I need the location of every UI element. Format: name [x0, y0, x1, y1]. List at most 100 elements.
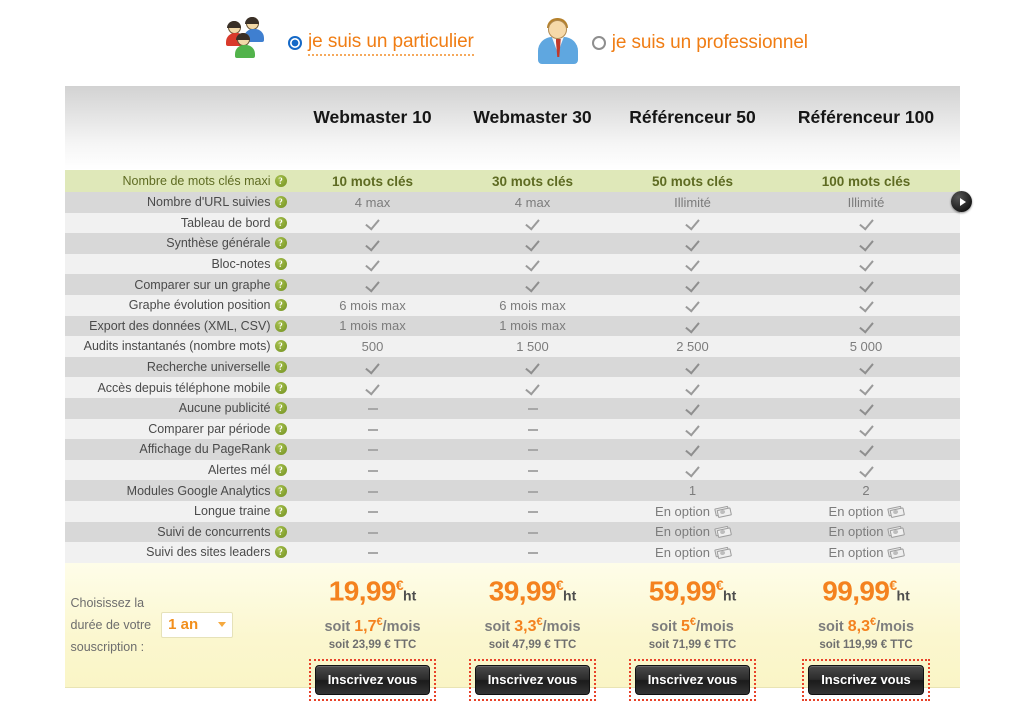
feature-cell-check [452, 233, 613, 254]
help-question-icon[interactable]: ? [274, 340, 287, 353]
feature-cell-check [612, 459, 773, 481]
chevron-right-icon[interactable] [950, 191, 972, 212]
help-question-icon[interactable]: ? [274, 422, 287, 435]
table-row: Affichage du PageRank? [64, 439, 960, 460]
dash-icon [367, 470, 378, 473]
help-question-icon[interactable]: ? [274, 299, 287, 312]
audience-label-particulier[interactable]: je suis un particulier [308, 31, 474, 56]
dash-icon [367, 408, 378, 411]
feature-cell-unavailable [292, 521, 453, 543]
check-icon [858, 421, 874, 437]
price-amount: 99,99 [822, 575, 890, 607]
feature-label: Alertes mél [207, 463, 271, 478]
check-icon [858, 359, 874, 375]
table-body: Nombre de mots clés maxi? 10 mots clés 30 … [64, 170, 960, 563]
check-icon [685, 297, 700, 313]
check-icon [858, 441, 874, 458]
feature-cell-unavailable [292, 418, 453, 440]
feature-cell-value: 5 000 [772, 336, 960, 357]
help-question-icon[interactable]: ? [274, 237, 287, 250]
feature-label: Graphe évolution position [128, 298, 271, 313]
help-question-icon[interactable]: ? [274, 484, 287, 497]
feature-cell-option: En option [612, 542, 773, 563]
audience-label-professionnel[interactable]: je suis un professionnel [612, 32, 808, 54]
feature-label: Bloc-notes [211, 257, 271, 272]
check-icon [685, 256, 700, 272]
feature-cell-check [772, 356, 960, 378]
feature-label: Comparer par période [148, 421, 271, 436]
help-question-icon[interactable]: ? [274, 402, 287, 415]
audience-option-particulier[interactable]: je suis un particulier [226, 15, 474, 71]
dash-icon [367, 449, 378, 452]
help-question-icon[interactable]: ? [274, 361, 287, 374]
dash-icon [527, 470, 538, 473]
check-icon [858, 215, 874, 231]
help-question-icon[interactable]: ? [274, 464, 287, 477]
help-question-icon[interactable]: ? [274, 196, 287, 209]
feature-cell-value: 1 mois max [452, 315, 613, 337]
radio-particulier[interactable] [288, 36, 303, 50]
option-label: En option [828, 503, 884, 519]
help-question-icon[interactable]: ? [274, 319, 287, 332]
check-icon [858, 318, 874, 334]
chevron-down-icon [218, 622, 227, 628]
check-icon [685, 380, 700, 396]
column-header-referenceur-100: Référenceur 100 [772, 86, 960, 170]
feature-label: Nombre de mots clés maxi [122, 174, 271, 188]
duration-select[interactable]: 1 an [161, 611, 234, 638]
help-question-icon[interactable]: ? [274, 525, 287, 538]
feature-cell-unavailable [292, 439, 453, 460]
feature-cell-check [612, 212, 773, 234]
table-row: Suivi de concurrents? En option En option [64, 521, 960, 543]
subscribe-button[interactable]: Inscrivez vous [474, 664, 591, 695]
feature-label-cell: Suivi des sites leaders? [64, 542, 293, 563]
feature-label-cell: Nombre d'URL suivies? [64, 192, 293, 213]
feature-label: Longue traine [194, 504, 271, 519]
help-question-icon[interactable]: ? [274, 381, 287, 394]
subscribe-button[interactable]: Inscrivez vous [314, 664, 431, 695]
check-icon [685, 235, 700, 252]
feature-cell-value: 1 mois max [292, 315, 453, 337]
feature-cell-check [452, 377, 613, 398]
price-main: 39,99€ht [453, 568, 613, 612]
feature-cell-check [292, 253, 453, 275]
price-column: 59,99€ht soit 5€/mois soit 71,99 € TTC Insc… [613, 563, 773, 701]
help-question-icon[interactable]: ? [274, 546, 287, 559]
feature-cell-check [452, 356, 613, 378]
table-row: Comparer par période? [64, 418, 960, 440]
help-question-icon[interactable]: ? [274, 505, 287, 518]
table-row: Nombre d'URL suivies? 4 max 4 max Illimité I… [64, 192, 960, 213]
feature-label: Suivi de concurrents [157, 524, 271, 539]
feature-label: Modules Google Analytics [126, 483, 271, 498]
audience-option-professionnel[interactable]: je suis un professionnel [530, 15, 808, 71]
help-question-icon[interactable]: ? [274, 443, 287, 456]
check-icon [525, 235, 540, 252]
feature-label: Nombre d'URL suivies [147, 195, 271, 210]
check-icon [685, 359, 700, 375]
feature-cell-value: 2 [772, 480, 960, 501]
feature-cell-check [452, 253, 613, 275]
help-question-icon[interactable]: ? [274, 175, 287, 187]
price-tax-suffix: ht [723, 587, 737, 604]
radio-professionnel[interactable] [591, 36, 606, 50]
help-question-icon[interactable]: ? [274, 258, 287, 271]
monthly-amount: 1,7 [354, 617, 377, 635]
subscribe-button[interactable]: Inscrivez vous [634, 664, 751, 695]
duration-label-line3: souscription : [70, 639, 145, 654]
help-question-icon[interactable]: ? [274, 216, 287, 229]
monthly-amount: 5 [680, 617, 690, 635]
feature-cell-unavailable [452, 397, 613, 419]
price-main: 59,99€ht [613, 568, 773, 612]
help-question-icon[interactable]: ? [274, 278, 287, 291]
subscribe-button[interactable]: Inscrivez vous [808, 664, 924, 695]
feature-cell-check [612, 397, 773, 419]
feature-cell-check [612, 274, 773, 295]
feature-cell-value: 6 mois max [292, 294, 453, 316]
feature-cell-unavailable [452, 480, 613, 501]
price-amount: 59,99 [648, 575, 717, 607]
cta-focus-outline: Inscrivez vous [468, 658, 597, 701]
table-row: Graphe évolution position? 6 mois max 6 mo… [64, 294, 960, 316]
feature-label-cell: Export des données (XML, CSV)? [64, 315, 293, 337]
feature-cell-check [612, 418, 773, 440]
feature-cell-check [772, 439, 960, 460]
